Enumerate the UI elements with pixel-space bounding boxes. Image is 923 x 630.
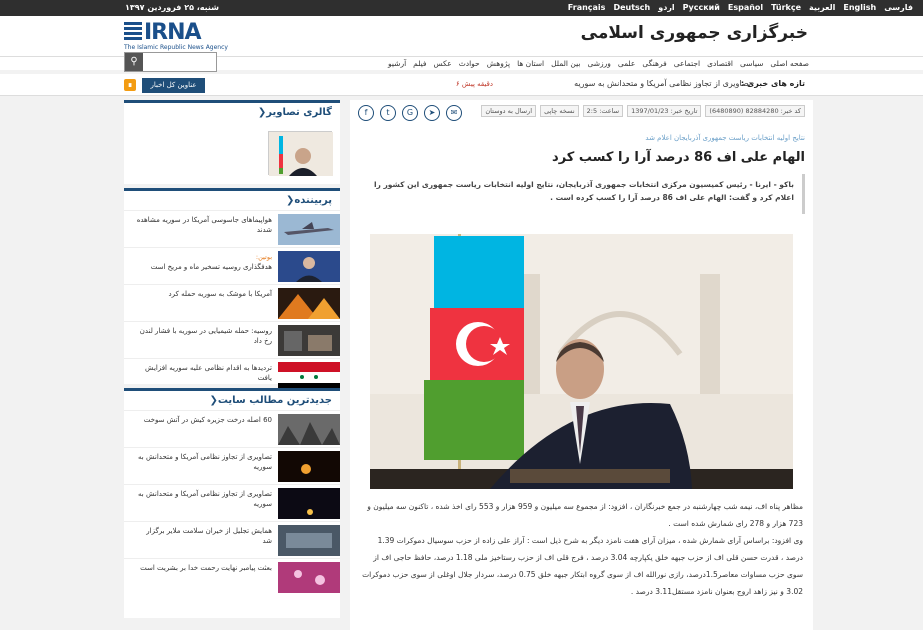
nav-item[interactable]: پژوهش bbox=[487, 59, 510, 68]
news-title[interactable]: روسیه: حمله شیمیایی در سوریه با فشار لند… bbox=[136, 326, 272, 346]
news-thumbnail bbox=[278, 451, 340, 482]
article-kicker: نتایج اولیه انتخابات ریاست جمهوری آذربای… bbox=[645, 134, 805, 142]
news-thumbnail bbox=[278, 562, 340, 593]
nav-item[interactable]: آرشیو bbox=[388, 59, 406, 68]
article-paragraph: وی افزود: براساس آرای شمارش شده ، میزان … bbox=[362, 536, 803, 596]
news-title[interactable]: تصاویری از تجاوز نظامی آمریکا و متحدانش … bbox=[136, 452, 272, 472]
list-item[interactable]: تصاویری از تجاوز نظامی آمریکا و متحدانش … bbox=[124, 447, 340, 484]
email-icon[interactable]: ✉ bbox=[446, 105, 462, 121]
popular-box: پربیننده❮ هواپیماهای جاسوسی آمریکا در سو… bbox=[124, 188, 340, 393]
print-button[interactable]: نسخه چاپی bbox=[540, 105, 579, 117]
irna-logo[interactable]: IRNA The Islamic Republic News Agency bbox=[124, 20, 228, 52]
article-paragraph: مظاهر پناه اف، نیمه شب چهارشنبه در جمع خ… bbox=[367, 502, 803, 528]
list-item[interactable]: همایش تجلیل از خیران سلامت ملایر برگزار … bbox=[124, 521, 340, 558]
lang-link[interactable]: English bbox=[843, 3, 876, 12]
all-news-button[interactable]: عناوین کل اخبار bbox=[142, 78, 205, 93]
article-lead: باکو - ایرنا - رئیس کمیسیون مرکزی انتخاب… bbox=[358, 174, 805, 214]
site-header: IRNA The Islamic Republic News Agency خب… bbox=[0, 16, 923, 56]
article-headline: الهام علی اف 86 درصد آرا را کسب کرد bbox=[552, 150, 805, 165]
nav-item[interactable]: علمی bbox=[618, 59, 636, 68]
latest-title[interactable]: جدیدترین مطالب سایت bbox=[218, 395, 332, 406]
lang-link[interactable]: Türkçe bbox=[771, 3, 801, 12]
list-item[interactable]: بعثت پیامبر نهایت رحمت خدا بر بشریت است bbox=[124, 558, 340, 595]
top-bar: شنبه، ۲۵ فروردین ۱۳۹۷ Français Deutsch ا… bbox=[0, 0, 923, 16]
lang-link[interactable]: فارسی bbox=[884, 3, 913, 12]
lang-link[interactable]: Français bbox=[568, 3, 606, 12]
nav-item[interactable]: ورزشی bbox=[587, 59, 610, 68]
nav-item[interactable]: بین الملل bbox=[551, 59, 580, 68]
send-to-friends-button[interactable]: ارسال به دوستان bbox=[481, 105, 537, 117]
nav-item[interactable]: فرهنگی bbox=[642, 59, 666, 68]
news-thumbnail bbox=[278, 488, 340, 519]
logo-mark-icon bbox=[124, 22, 142, 42]
article-body: مظاهر پناه اف، نیمه شب چهارشنبه در جمع خ… bbox=[360, 498, 803, 600]
latest-box: جدیدترین مطالب سایت❮ 60 اصله درخت جزیره … bbox=[124, 388, 340, 618]
chevron-icon: ❮ bbox=[209, 395, 218, 406]
nav-item[interactable]: اجتماعی bbox=[674, 59, 700, 68]
news-thumbnail bbox=[278, 414, 340, 445]
nav-item[interactable]: صفحه اصلی bbox=[770, 59, 809, 68]
chevron-icon: ❮ bbox=[257, 107, 267, 118]
share-icons: f t G ➤ ✉ bbox=[358, 105, 462, 121]
current-date: شنبه، ۲۵ فروردین ۱۳۹۷ bbox=[125, 3, 220, 12]
news-code: کد خبر: 82884280 (6480890) bbox=[705, 105, 805, 117]
nav-item[interactable]: فیلم bbox=[413, 59, 426, 68]
news-thumbnail bbox=[278, 251, 340, 282]
facebook-icon[interactable]: f bbox=[358, 105, 374, 121]
ticker-headline[interactable]: تصاویری از تجاوز نظامی آمریکا و متحدانش … bbox=[574, 79, 751, 88]
lang-link[interactable]: Русский bbox=[683, 3, 720, 12]
telegram-icon[interactable]: ➤ bbox=[424, 105, 440, 121]
nav-item[interactable]: اقتصادی bbox=[707, 59, 733, 68]
lang-link[interactable]: Deutsch bbox=[613, 3, 650, 12]
news-thumbnail bbox=[278, 214, 340, 245]
article-panel: کد خبر: 82884280 (6480890) تاریخ خبر: 13… bbox=[350, 100, 813, 630]
news-title[interactable]: تردیدها به اقدام نظامی علیه سوریه افزایش… bbox=[136, 363, 272, 383]
search-box[interactable]: ⚲ bbox=[124, 52, 217, 72]
search-icon[interactable]: ⚲ bbox=[125, 53, 143, 71]
news-title[interactable]: تصاویری از تجاوز نظامی آمریکا و متحدانش … bbox=[136, 489, 272, 509]
list-item[interactable]: 60 اصله درخت جزیره کیش در آتش سوخت bbox=[124, 410, 340, 447]
article-photo bbox=[370, 234, 793, 489]
news-title[interactable]: هواپیماهای جاسوسی آمریکا در سوریه مشاهده… bbox=[136, 215, 272, 235]
ticker-time: ۶ دقیقه پیش bbox=[455, 80, 493, 88]
list-item[interactable]: روسیه: حمله شیمیایی در سوریه با فشار لند… bbox=[124, 321, 340, 358]
news-tag: بوتین: bbox=[255, 253, 272, 261]
lang-link[interactable]: اردو bbox=[658, 3, 674, 12]
news-title[interactable]: هدفگذاری روسیه تسخیر ماه و مریخ است bbox=[151, 263, 272, 271]
news-title[interactable]: 60 اصله درخت جزیره کیش در آتش سوخت bbox=[136, 415, 272, 425]
popular-title[interactable]: پربیننده bbox=[294, 195, 332, 206]
news-thumbnail bbox=[278, 325, 340, 356]
list-item[interactable]: بوتین: هدفگذاری روسیه تسخیر ماه و مریخ اس… bbox=[124, 247, 340, 284]
nav-item[interactable]: استان ها bbox=[517, 59, 544, 68]
language-links: Français Deutsch اردو Русский Español Tü… bbox=[568, 3, 913, 12]
rss-icon[interactable]: ∎ bbox=[124, 79, 136, 91]
news-thumbnail bbox=[278, 288, 340, 319]
sidebar: گالری تصاویر❮ پربیننده❮ هواپیماهای جاسوس… bbox=[124, 100, 340, 630]
news-title[interactable]: همایش تجلیل از خیران سلامت ملایر برگزار … bbox=[136, 526, 272, 546]
news-time: ساعت: 2:5 bbox=[582, 105, 624, 117]
lang-link[interactable]: العربية bbox=[809, 3, 835, 12]
list-item[interactable]: تصاویری از تجاوز نظامی آمریکا و متحدانش … bbox=[124, 484, 340, 521]
news-ticker: تازه های خبری : تصاویری از تجاوز نظامی آ… bbox=[0, 74, 923, 96]
nav-item[interactable]: عکس bbox=[434, 59, 452, 68]
gallery-thumbnail[interactable] bbox=[268, 131, 333, 176]
logo-tagline: The Islamic Republic News Agency bbox=[124, 44, 228, 51]
article-meta: کد خبر: 82884280 (6480890) تاریخ خبر: 13… bbox=[481, 105, 805, 117]
gallery-title[interactable]: گالری تصاویر bbox=[266, 107, 332, 118]
logo-word: IRNA bbox=[144, 20, 202, 45]
google-plus-icon[interactable]: G bbox=[402, 105, 418, 121]
twitter-icon[interactable]: t bbox=[380, 105, 396, 121]
nav-item[interactable]: حوادث bbox=[459, 59, 480, 68]
news-title[interactable]: بعثت پیامبر نهایت رحمت خدا بر بشریت است bbox=[136, 563, 272, 573]
news-date: تاریخ خبر: 1397/01/23 bbox=[627, 105, 702, 117]
site-title: خبرگزاری جمهوری اسلامی bbox=[580, 23, 808, 43]
gallery-box: گالری تصاویر❮ bbox=[124, 100, 340, 184]
list-item[interactable]: آمریکا با موشک به سوریه حمله کرد bbox=[124, 284, 340, 321]
nav-item[interactable]: سیاسی bbox=[740, 59, 763, 68]
list-item[interactable]: هواپیماهای جاسوسی آمریکا در سوریه مشاهده… bbox=[124, 210, 340, 247]
news-thumbnail bbox=[278, 525, 340, 556]
lang-link[interactable]: Español bbox=[728, 3, 763, 12]
news-title[interactable]: آمریکا با موشک به سوریه حمله کرد bbox=[136, 289, 272, 299]
